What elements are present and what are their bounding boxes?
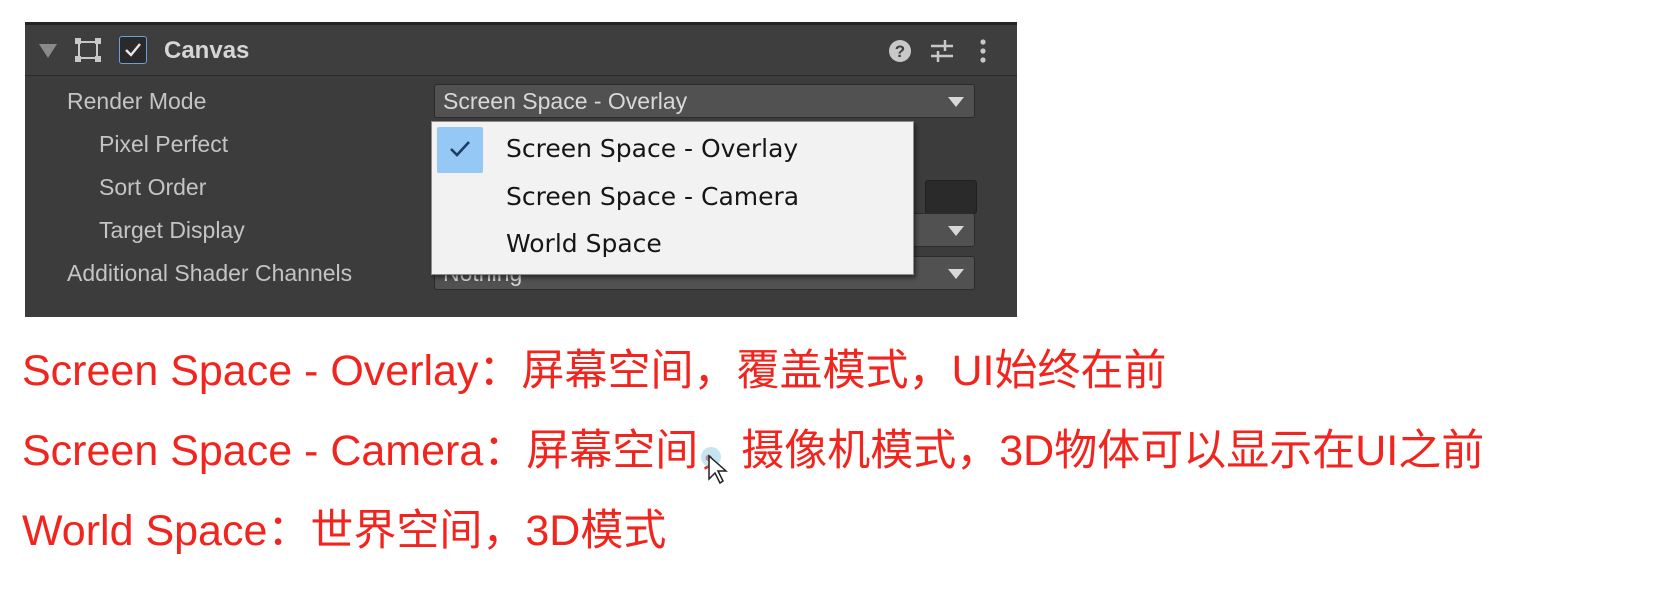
svg-text:?: ?	[895, 42, 905, 61]
additional-shader-channels-label: Additional Shader Channels	[67, 260, 353, 286]
render-mode-value: Screen Space - Overlay	[443, 88, 688, 114]
render-mode-label: Render Mode	[67, 88, 207, 114]
target-display-label: Target Display	[99, 217, 245, 243]
mouse-cursor-icon	[700, 446, 730, 486]
popup-option-screen-space-overlay[interactable]: Screen Space - Overlay	[432, 124, 913, 173]
chevron-down-icon	[948, 269, 964, 279]
popup-option-world-space[interactable]: World Space	[432, 219, 913, 265]
popup-option-screen-space-camera[interactable]: Screen Space - Camera	[432, 172, 913, 218]
foldout-arrow-icon[interactable]	[39, 44, 57, 58]
sort-order-field[interactable]	[925, 180, 977, 214]
note-overlay: Screen Space - Overlay：屏幕空间，覆盖模式，UI始终在前	[22, 347, 1167, 395]
component-header[interactable]: Canvas ?	[25, 25, 1017, 76]
chevron-down-icon	[948, 226, 964, 236]
sort-order-label: Sort Order	[99, 174, 207, 200]
kebab-menu-icon[interactable]	[975, 38, 1001, 64]
pixel-perfect-label: Pixel Perfect	[99, 131, 229, 157]
selected-check-highlight	[437, 127, 483, 173]
note-camera: Screen Space - Camera：屏幕空间，摄像机模式，3D物体可以显…	[22, 427, 1485, 475]
component-title: Canvas	[164, 37, 250, 64]
note-world-space: World Space：世界空间，3D模式	[22, 507, 667, 555]
render-mode-popup-menu: Screen Space - Overlay Screen Space - Ca…	[431, 121, 914, 275]
canvas-rect-icon	[75, 38, 101, 62]
component-enabled-checkbox[interactable]	[119, 36, 147, 64]
page: Canvas ? Render Mode Screen Space - Over…	[0, 0, 1660, 592]
popup-option-label: Screen Space - Camera	[506, 182, 800, 211]
popup-option-label: Screen Space - Overlay	[506, 134, 799, 163]
canvas-inspector-panel: Canvas ? Render Mode Screen Space - Over…	[25, 22, 1017, 317]
presets-sliders-icon[interactable]	[929, 38, 955, 64]
render-mode-dropdown[interactable]: Screen Space - Overlay	[434, 84, 975, 118]
chevron-down-icon	[948, 97, 964, 107]
help-icon[interactable]: ?	[887, 38, 913, 64]
checkmark-icon	[450, 141, 470, 157]
checkmark-icon	[125, 43, 141, 57]
popup-option-label: World Space	[506, 229, 662, 258]
